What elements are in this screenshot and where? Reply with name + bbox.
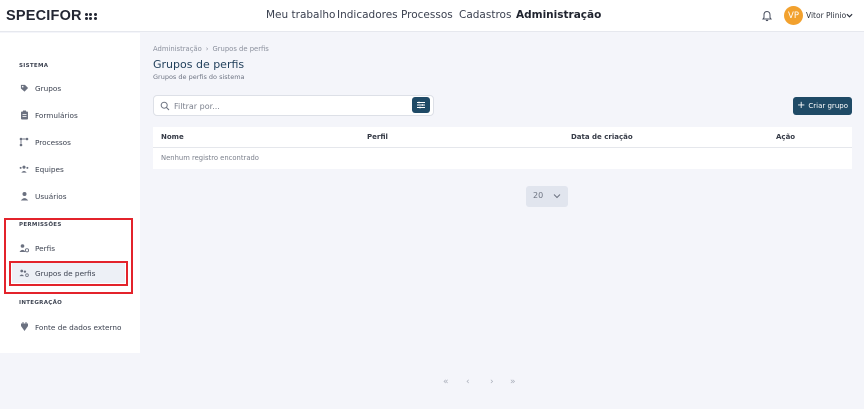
sidebar-item-label: Processos xyxy=(35,137,71,147)
table-row: Nenhum registro encontrado xyxy=(153,148,852,169)
notification-bell-icon[interactable] xyxy=(761,10,773,22)
breadcrumb-item-current: Grupos de perfis xyxy=(212,45,269,53)
highlight-box-grupos-de-perfis xyxy=(9,261,128,286)
nav-item-administracao[interactable]: Administração xyxy=(516,9,601,21)
sidebar-item-label: Fonte de dados externo xyxy=(35,322,122,332)
username[interactable]: Vitor Plinio xyxy=(806,11,846,20)
breadcrumb: Administração › Grupos de perfis xyxy=(153,45,269,53)
table-header: Nome Perfil Data de criação Ação xyxy=(153,127,852,148)
filter-button[interactable] xyxy=(412,97,430,113)
chevron-down-icon[interactable] xyxy=(846,12,853,19)
clipboard-icon xyxy=(19,110,29,120)
nav-item-meu-trabalho[interactable]: Meu trabalho xyxy=(266,9,335,21)
sidebar-item-label: Grupos xyxy=(35,83,62,93)
sidebar-item-equipes[interactable]: Equipes xyxy=(19,164,64,174)
filter-sliders-icon xyxy=(417,101,425,109)
page-size-select[interactable]: 20 xyxy=(526,186,568,207)
section-title-sistema: SISTEMA xyxy=(19,63,49,69)
top-navbar: SPECIFOR Meu trabalho Indicadores Proces… xyxy=(0,0,864,32)
logo-dots-icon xyxy=(84,12,97,21)
sidebar-item-label: Formulários xyxy=(35,110,78,120)
nav-item-indicadores[interactable]: Indicadores xyxy=(337,9,398,21)
nav-item-processos[interactable]: Processos xyxy=(401,9,453,21)
logo-text: SPECIFOR xyxy=(6,8,82,24)
sidebar-item-label: Equipes xyxy=(35,164,64,174)
search-box xyxy=(153,95,434,116)
logo[interactable]: SPECIFOR xyxy=(6,8,97,24)
column-header-perfil[interactable]: Perfil xyxy=(367,133,388,141)
column-header-acao: Ação xyxy=(776,133,796,141)
sidebar-item-fonte-de-dados-externo[interactable]: Fonte de dados externo xyxy=(19,322,121,332)
avatar[interactable]: VP xyxy=(784,6,803,25)
column-header-nome[interactable]: Nome xyxy=(161,133,184,141)
prev-page-icon[interactable]: ‹ xyxy=(466,377,470,387)
sidebar-item-usuarios[interactable]: Usuários xyxy=(19,191,67,201)
create-group-button[interactable]: + Criar grupo xyxy=(793,97,852,115)
sidebar-item-grupos[interactable]: Grupos xyxy=(19,83,61,93)
search-icon xyxy=(160,101,170,111)
empty-state-text: Nenhum registro encontrado xyxy=(161,154,259,162)
data-table: Nome Perfil Data de criação Ação Nenhum … xyxy=(153,127,852,169)
create-group-label: Criar grupo xyxy=(808,102,848,110)
breadcrumb-item-administracao[interactable]: Administração xyxy=(153,45,202,53)
breadcrumb-separator-icon: › xyxy=(205,45,209,53)
first-page-icon[interactable]: « xyxy=(443,377,449,387)
tag-icon xyxy=(19,83,29,93)
data-source-icon xyxy=(19,322,29,332)
sidebar-item-processos[interactable]: Processos xyxy=(19,137,71,147)
sidebar-item-formularios[interactable]: Formulários xyxy=(19,110,78,120)
column-header-data-de-criacao[interactable]: Data de criação xyxy=(571,133,633,141)
user-icon xyxy=(19,191,29,201)
sidebar-item-label: Usuários xyxy=(35,191,67,201)
section-title-integracao: INTEGRAÇÃO xyxy=(19,300,63,306)
page-size-value: 20 xyxy=(533,191,544,200)
chevron-down-icon xyxy=(553,194,561,199)
next-page-icon[interactable]: › xyxy=(490,377,494,387)
page-title: Grupos de perfis xyxy=(153,58,245,71)
team-icon xyxy=(19,164,29,174)
nav-item-cadastros[interactable]: Cadastros xyxy=(459,9,511,21)
process-icon xyxy=(19,137,29,147)
plus-icon: + xyxy=(797,100,806,111)
page-subtitle: Grupos de perfis do sistema xyxy=(153,73,245,81)
search-input[interactable] xyxy=(174,99,404,113)
last-page-icon[interactable]: » xyxy=(510,377,516,387)
